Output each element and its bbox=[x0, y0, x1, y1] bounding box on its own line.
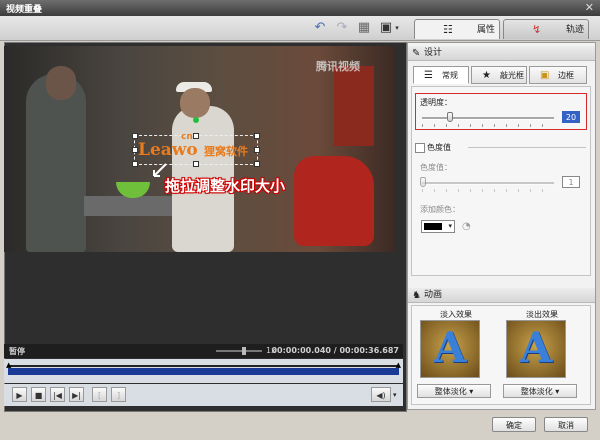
zoom-slider-track[interactable] bbox=[216, 350, 262, 352]
play-button[interactable]: ▶ bbox=[12, 387, 27, 402]
cancel-button[interactable]: 取消 bbox=[544, 417, 588, 432]
list-icon: ☰ bbox=[424, 70, 433, 81]
subtab-general-label: 常规 bbox=[442, 71, 458, 80]
star-icon: ★ bbox=[482, 70, 491, 81]
fade-in-preview[interactable]: A bbox=[420, 320, 480, 378]
add-color-label: 添加颜色： bbox=[420, 205, 460, 214]
title-bar: 视频重叠 ✕ bbox=[0, 0, 600, 16]
subtab-highlight-frame[interactable]: ★ 敲光框 bbox=[471, 66, 527, 84]
fade-out-preview[interactable]: A bbox=[506, 320, 566, 378]
timeline[interactable]: ▲ ▲ bbox=[4, 359, 403, 383]
next-frame-button[interactable]: ▶| bbox=[69, 387, 84, 402]
fade-in-select-value: 整体淡化 bbox=[434, 387, 467, 396]
design-section-title: 设计 bbox=[424, 48, 443, 58]
chroma-divider bbox=[468, 147, 586, 148]
watermark-subtitle: 狸窝软件 bbox=[204, 145, 248, 158]
color-swatch bbox=[424, 223, 442, 230]
chroma-slider-track[interactable] bbox=[422, 182, 554, 185]
fade-in-select[interactable]: 整体淡化 ▾ bbox=[417, 384, 491, 398]
design-section-header[interactable]: ✎ 设计 bbox=[408, 46, 595, 61]
zoom-slider-thumb[interactable] bbox=[242, 347, 246, 355]
chroma-input[interactable]: 1 bbox=[562, 176, 580, 188]
fade-out-label: 淡出效果 bbox=[526, 310, 558, 319]
subtab-border[interactable]: ▣ 边框 bbox=[529, 66, 587, 84]
person-left bbox=[26, 74, 86, 252]
color-picker[interactable]: ▾ bbox=[421, 220, 455, 233]
frame-icon: ▣ bbox=[540, 70, 550, 81]
fade-in-label: 淡入效果 bbox=[440, 310, 472, 319]
animation-icon: ♞ bbox=[412, 290, 421, 301]
ok-button[interactable]: 确定 bbox=[492, 417, 536, 432]
opacity-slider-track[interactable] bbox=[422, 117, 554, 120]
close-icon[interactable]: ✕ bbox=[585, 1, 594, 14]
stop-button[interactable]: ■ bbox=[31, 387, 46, 402]
resize-handle-r[interactable] bbox=[254, 147, 260, 153]
timeline-ruler bbox=[8, 365, 399, 367]
chroma-checkbox[interactable] bbox=[415, 143, 425, 153]
chevron-down-icon: ▾ bbox=[448, 222, 452, 230]
scooter bbox=[294, 156, 374, 246]
resize-handle-br[interactable] bbox=[254, 161, 260, 167]
grid-icon[interactable]: ▦ bbox=[356, 20, 372, 36]
subtab-general[interactable]: ☰ 常规 bbox=[413, 66, 469, 84]
opacity-slider-ticks bbox=[422, 124, 554, 127]
brush-icon: ✎ bbox=[412, 48, 421, 59]
tab-properties-label: 属性 bbox=[477, 25, 496, 35]
chevron-down-icon[interactable]: ▾ bbox=[393, 20, 401, 36]
animation-section-title: 动画 bbox=[424, 290, 443, 300]
resize-handle-tl[interactable] bbox=[132, 133, 138, 139]
eyedropper-icon[interactable]: ◔ bbox=[462, 221, 471, 232]
chroma-slider-thumb[interactable] bbox=[420, 177, 426, 187]
person-left-head bbox=[46, 66, 76, 100]
properties-icon: ☷ bbox=[443, 23, 453, 36]
fade-in-preview-glyph: A bbox=[433, 323, 467, 372]
redo-icon[interactable]: ↷ bbox=[334, 20, 350, 36]
tab-track-label: 轨迹 bbox=[566, 25, 585, 35]
track-icon: ↯ bbox=[532, 23, 542, 36]
resize-handle-t[interactable] bbox=[193, 133, 199, 139]
channel-logo: 腾讯视频 bbox=[316, 60, 360, 73]
watermark-brand: Leawo bbox=[138, 140, 198, 160]
playback-state: 暂停 bbox=[9, 347, 25, 356]
volume-chevron-icon[interactable]: ▾ bbox=[393, 391, 397, 399]
mark-out-button[interactable]: ] bbox=[111, 387, 126, 402]
fade-out-preview-glyph: A bbox=[519, 323, 553, 372]
rotate-handle[interactable] bbox=[193, 117, 199, 123]
toolbar: ↶ ↷ ▦ ▣ ▾ ☷ 属性 ↯ 轨迹 bbox=[0, 16, 600, 41]
timeline-clip-bar[interactable] bbox=[8, 368, 399, 375]
subtab-border-label: 边框 bbox=[558, 71, 574, 80]
annotation-text: 拖拉调整水印大小 bbox=[165, 177, 286, 195]
animation-section-header[interactable]: ♞ 动画 bbox=[408, 288, 595, 303]
tab-properties[interactable]: ☷ 属性 bbox=[414, 19, 500, 39]
shop-sign bbox=[334, 66, 374, 146]
resize-handle-b[interactable] bbox=[193, 161, 199, 167]
playback-status-bar: 暂停 1x 00:00:00.040 / 00:00:36.687 bbox=[4, 344, 403, 358]
window-title: 视频重叠 bbox=[6, 5, 43, 15]
opacity-slider-thumb[interactable] bbox=[447, 112, 453, 122]
transport-controls: ▶ ■ |◀ ▶| [ ] ◀) ▾ bbox=[4, 384, 403, 406]
prev-frame-button[interactable]: |◀ bbox=[50, 387, 65, 402]
chevron-down-icon: ▾ bbox=[555, 387, 560, 396]
opacity-input[interactable]: 20 bbox=[562, 111, 580, 123]
fade-out-select[interactable]: 整体淡化 ▾ bbox=[503, 384, 577, 398]
chevron-down-icon: ▾ bbox=[469, 387, 474, 396]
chroma-slider-ticks bbox=[422, 189, 554, 192]
screen-icon[interactable]: ▣ bbox=[378, 20, 394, 36]
resize-handle-bl[interactable] bbox=[132, 161, 138, 167]
fade-out-select-value: 整体淡化 bbox=[520, 387, 553, 396]
chroma-header: 色度值 bbox=[427, 143, 451, 152]
opacity-label: 透明度： bbox=[420, 98, 452, 107]
cook-head bbox=[180, 88, 210, 118]
volume-button[interactable]: ◀) bbox=[371, 387, 391, 402]
mark-in-button[interactable]: [ bbox=[92, 387, 107, 402]
tab-track[interactable]: ↯ 轨迹 bbox=[503, 19, 589, 39]
chroma-value-label: 色度值： bbox=[420, 163, 452, 172]
subtab-highlight-frame-label: 敲光框 bbox=[500, 71, 524, 80]
resize-handle-tr[interactable] bbox=[254, 133, 260, 139]
undo-icon[interactable]: ↶ bbox=[312, 20, 328, 36]
time-readout: 00:00:00.040 / 00:00:36.687 bbox=[271, 346, 399, 355]
